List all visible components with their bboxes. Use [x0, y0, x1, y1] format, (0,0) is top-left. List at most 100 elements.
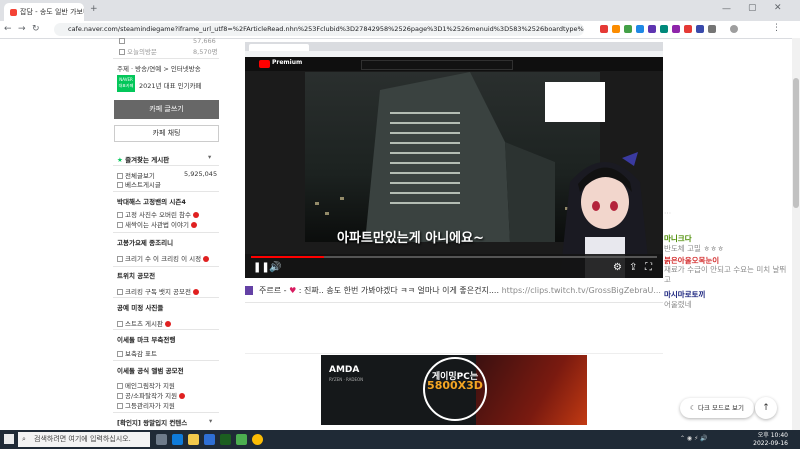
extension-icon[interactable] [660, 25, 668, 33]
windows-start-icon[interactable] [4, 434, 14, 444]
chat-message: 반도체 고밀 ㅎㅎㅎ [664, 244, 724, 253]
ad-product: 5800X3D [427, 379, 483, 392]
post-clip-title[interactable]: 주르르 - ♥ : 진짜.. 송도 한번 가봐야겠다 ㅋㅋ 얼마나 이게 좋은건… [245, 285, 663, 297]
naver-badge-icon: NAVER 대표카페 [117, 75, 135, 92]
board-item[interactable]: 공/소파탈작가 지원 [117, 390, 186, 400]
chrome-icon[interactable] [252, 434, 263, 445]
ad-banner[interactable]: AMDA RYZEN · RADEON 게이밍PC는 5800X3D [321, 355, 587, 425]
youtube-premium-label: Premium [272, 59, 303, 66]
extension-icon[interactable] [684, 25, 692, 33]
task-view-icon[interactable] [156, 434, 167, 445]
bullet-icon [117, 393, 123, 399]
extension-icon[interactable] [600, 25, 608, 33]
inner-overlay-panel [545, 82, 605, 122]
progress-fill [251, 256, 325, 258]
favorites-header[interactable]: ★ 즐겨찾는 게시판 [117, 154, 169, 164]
board-group-header: 이세돌 공식 앨범 공모전 [117, 367, 184, 375]
cafe-chat-button[interactable]: 카페 채팅 [114, 125, 219, 142]
board-item[interactable]: 크리기 수 이 크리킹 이 시정 [117, 253, 210, 263]
pause-icon[interactable]: ❚❚ [253, 262, 270, 273]
chat-message: 재료가 수급이 안되고 수요는 미치 날뛰고 [664, 265, 787, 284]
stat-row: 오늘의방문 8,570명 [119, 46, 218, 56]
reload-icon[interactable]: ↻ [32, 24, 40, 34]
extension-icon[interactable] [636, 25, 644, 33]
forward-icon[interactable]: → [18, 24, 26, 34]
browser-tab-active[interactable]: 잡담 - 송도 일반 가보니까 ... [4, 3, 84, 21]
search-icon: ⌕ [22, 435, 26, 443]
divider [113, 329, 219, 330]
menu-kebab-icon[interactable]: ⋮ [772, 23, 781, 33]
video-controls: ❚❚ 🔊 ⚙ ⇪ ⛶ [245, 254, 663, 278]
board-group-header: 트위치 공모전 [117, 272, 156, 280]
bullet-icon [117, 383, 123, 389]
board-item[interactable]: 그등관리자가 지원 [117, 400, 175, 410]
bullet-icon [117, 222, 123, 228]
divider [245, 302, 663, 303]
maximize-icon[interactable]: ▢ [748, 3, 757, 13]
new-badge-icon [179, 393, 186, 399]
edge-icon[interactable] [172, 434, 183, 445]
minimize-icon[interactable]: — [722, 4, 731, 14]
file-explorer-icon[interactable] [188, 434, 199, 445]
profile-avatar-icon[interactable] [730, 25, 738, 33]
scroll-top-button[interactable]: ↑ [755, 397, 777, 419]
divider [113, 58, 219, 59]
close-window-icon[interactable]: ✕ [774, 3, 782, 13]
stream-chat-overlay: ··· 마니크다 반도체 고밀 ㅎㅎㅎ 붉은아울오목눈이 재료가 수급이 안되고… [664, 203, 800, 315]
board-item[interactable]: 고정 사진수 오버린 참수 [117, 209, 199, 219]
chevron-down-icon[interactable]: ▾ [209, 417, 212, 425]
page-scrollbar[interactable] [792, 38, 800, 430]
taskbar-clock[interactable]: 오후 10:40 2022-09-16 [748, 432, 788, 448]
cafe-sidebar: 57,666 오늘의방문 8,570명 주제 · 방송/연예 > 인터넷방송 NA… [113, 37, 219, 430]
extension-icon[interactable] [648, 25, 656, 33]
taskbar-search-input[interactable]: ⌕ 검색하려면 여기에 입력하십시오. [18, 432, 150, 447]
video-subtitle: 아파트만있는게 아니에요~ [337, 231, 484, 246]
board-item[interactable]: 메인그림작가 지원 [117, 380, 175, 390]
board-item[interactable]: 새싹이는 사관법 이야기 [117, 219, 197, 229]
badge-text: 2021년 대표 인기카페 [139, 82, 202, 90]
topic-link[interactable]: 주제 · 방송/연예 > 인터넷방송 [117, 63, 201, 73]
extension-icon[interactable] [708, 25, 716, 33]
post-link[interactable]: https://clips.twitch.tv/GrossBigZebraU..… [502, 286, 661, 295]
board-item[interactable]: 스트츠 게시판 [117, 318, 171, 328]
volume-icon[interactable]: 🔊 [269, 262, 281, 273]
extension-icon[interactable] [672, 25, 680, 33]
divider [113, 165, 219, 166]
board-item[interactable]: 크리킹 구독 뱃지 공모전 [117, 286, 199, 296]
progress-bar[interactable] [251, 256, 657, 258]
board-group-header: 이세돌 마크 부축전행 [117, 336, 176, 344]
extension-icon[interactable] [612, 25, 620, 33]
embedded-video[interactable]: Premium 아파트만있는게 아니에요~ ❚❚ 🔊 ⚙ ⇪ ⛶ [245, 42, 663, 278]
excel-icon[interactable] [220, 434, 231, 445]
bullet-icon [117, 212, 123, 218]
scrollbar-thumb[interactable] [793, 78, 799, 208]
new-badge-icon [203, 256, 210, 262]
new-tab-icon[interactable]: + [90, 4, 98, 14]
stat-value: 57,666 [193, 37, 216, 45]
new-badge-icon [190, 222, 197, 228]
youtube-search-box [361, 60, 513, 70]
tab-favicon-icon [10, 8, 17, 16]
write-post-button[interactable]: 카페 글쓰기 [114, 100, 219, 119]
divider [113, 232, 219, 233]
back-icon[interactable]: ← [4, 24, 12, 34]
app-icon[interactable] [236, 434, 247, 445]
share-icon[interactable]: ⇪ [629, 262, 637, 273]
post-author: 주르르 [259, 286, 282, 295]
board-item[interactable]: 보축감 표트 [117, 348, 157, 358]
system-tray-icons[interactable]: ⌃ ◉ ⚡ 🔊 [680, 435, 708, 442]
extension-icon[interactable] [696, 25, 704, 33]
dark-mode-button[interactable]: ☾ 다크 모드로 보기 [680, 398, 754, 418]
fullscreen-icon[interactable]: ⛶ [645, 262, 652, 273]
browser-tab-bar: 잡담 - 송도 일반 가보니까 ... + — ▢ ✕ [0, 0, 800, 21]
moon-icon: ☾ [690, 404, 696, 412]
settings-icon[interactable]: ⚙ [613, 262, 622, 273]
chat-message-faded: ··· [664, 209, 672, 218]
chevron-down-icon[interactable]: ▾ [208, 153, 211, 161]
store-icon[interactable] [204, 434, 215, 445]
url-input[interactable]: cafe.naver.com/steamindiegame?iframe_url… [54, 23, 584, 36]
board-item[interactable]: 베스트게시글 [117, 179, 161, 189]
extension-icon[interactable] [624, 25, 632, 33]
heart-emoji-icon: ♥ [289, 286, 297, 295]
bullet-icon [119, 49, 125, 55]
